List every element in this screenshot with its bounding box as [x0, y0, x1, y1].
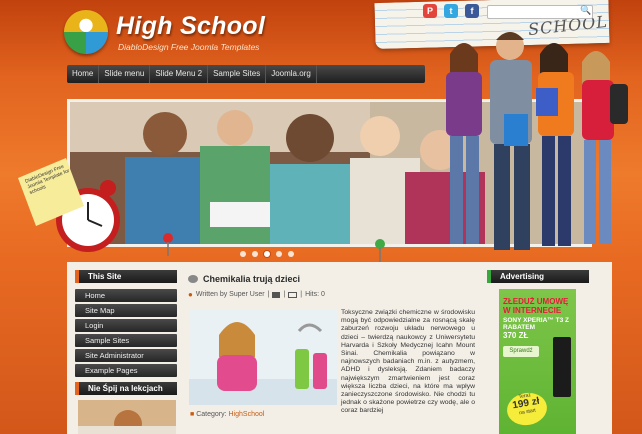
search-icon[interactable]: 🔍 [580, 5, 591, 16]
email-icon[interactable] [288, 291, 298, 298]
ad-check-button[interactable]: Sprawdź [503, 346, 539, 357]
sleeping-student-image [78, 400, 176, 434]
module-title: This Site [75, 270, 177, 283]
sidebar-item-example-pages[interactable]: Example Pages [75, 364, 177, 377]
slide-dot-active[interactable] [264, 251, 270, 257]
print-icon[interactable] [272, 291, 281, 298]
nav-item-sample-sites[interactable]: Sample Sites [208, 65, 267, 83]
user-icon: ● [188, 290, 193, 299]
phone-image [553, 337, 571, 397]
article-author: Written by Super User [195, 291, 265, 298]
facebook-icon[interactable]: f [465, 4, 479, 18]
ad-price-badge: Teraz 199 zł na start [504, 389, 550, 429]
article-meta: ● Written by Super User | | | Hits: 0 [188, 290, 325, 299]
green-pushpin-icon [375, 239, 385, 262]
category-link[interactable]: HighSchool [229, 411, 265, 418]
slide-dot[interactable] [240, 251, 246, 257]
folder-icon: ■ [190, 411, 195, 418]
category-label: Category: [196, 411, 227, 418]
article-image[interactable] [189, 309, 337, 405]
alarm-clock-decoration [18, 158, 120, 252]
article-hits: Hits: 0 [305, 291, 325, 298]
ad-subline: SONY XPERIA™ T3 Z RABATEM [503, 317, 569, 331]
nav-item-joomla-org[interactable]: Joomla.org [266, 65, 317, 83]
slide-dot[interactable] [252, 251, 258, 257]
nav-item-slide-menu-2[interactable]: Slide Menu 2 [150, 65, 209, 83]
search-input[interactable] [487, 5, 593, 19]
module-title: Advertising [487, 270, 589, 283]
red-pushpin-icon [163, 233, 173, 256]
article-title[interactable]: Chemikalia trują dzieci [203, 274, 300, 284]
site-logo[interactable] [64, 10, 108, 54]
comment-bubble-icon [188, 275, 198, 283]
site-tagline: DiabloDesign Free Joomla Templates [118, 42, 260, 52]
article: Chemikalia trują dzieci ● Written by Sup… [188, 274, 476, 299]
pinterest-icon[interactable]: P [423, 4, 437, 18]
slide-dot[interactable] [288, 251, 294, 257]
twitter-icon[interactable]: t [444, 4, 458, 18]
main-nav: Home Slide menu Slide Menu 2 Sample Site… [67, 65, 425, 83]
sidebar-item-home[interactable]: Home [75, 289, 177, 302]
slide-dot[interactable] [276, 251, 282, 257]
ad-headline: ZŁEDUŻ UMOWĘ W INTERNECIE [503, 297, 569, 315]
sidebar-item-site-map[interactable]: Site Map [75, 304, 177, 317]
students-group-image [446, 32, 628, 250]
advertising-module: Advertising [487, 270, 589, 283]
advertisement-banner[interactable]: ZŁEDUŻ UMOWĘ W INTERNECIE SONY XPERIA™ T… [499, 289, 576, 434]
sidebar-item-login[interactable]: Login [75, 319, 177, 332]
slideshow-pager [240, 251, 294, 257]
nav-item-slide-menu[interactable]: Slide menu [99, 65, 151, 83]
article-body: Toksyczne związki chemiczne w środowisku… [341, 309, 475, 415]
module-title: Nie Śpij na lekcjach [75, 382, 177, 395]
article-category: ■ Category: HighSchool [190, 411, 264, 418]
site-title[interactable]: High School [116, 12, 265, 41]
sidebar-item-site-administrator[interactable]: Site Administrator [75, 349, 177, 362]
this-site-module: This Site Home Site Map Login Sample Sit… [75, 270, 177, 395]
nav-item-home[interactable]: Home [67, 65, 100, 83]
sidebar-item-sample-sites[interactable]: Sample Sites [75, 334, 177, 347]
